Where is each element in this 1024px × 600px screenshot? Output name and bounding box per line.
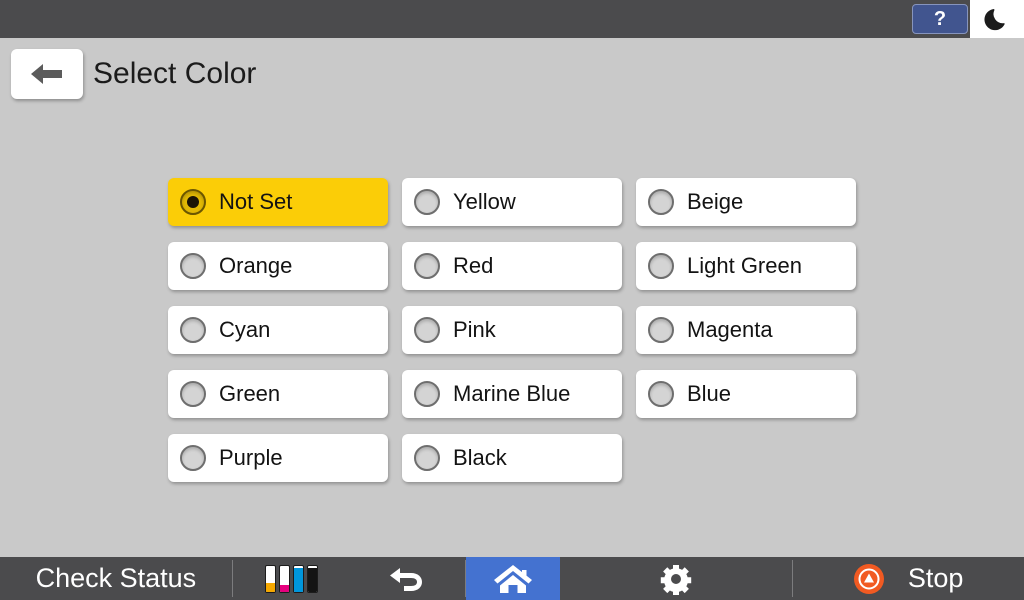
- crescent-moon-icon: [984, 6, 1010, 32]
- color-column-1: Not Set Orange Cyan Green: [168, 178, 388, 498]
- radio-icon: [648, 317, 674, 343]
- toner-cartridge-levels-icon: [265, 565, 318, 593]
- color-option-green[interactable]: Green: [168, 370, 388, 418]
- color-option-marine-blue[interactable]: Marine Blue: [402, 370, 622, 418]
- color-option-label: Light Green: [687, 253, 802, 279]
- color-option-label: Green: [219, 381, 280, 407]
- color-option-not-set[interactable]: Not Set: [168, 178, 388, 226]
- left-arrow-icon: [28, 60, 66, 88]
- color-options-area: Not Set Orange Cyan Green: [0, 110, 1024, 555]
- color-option-beige[interactable]: Beige: [636, 178, 856, 226]
- radio-icon: [180, 317, 206, 343]
- stop-label: Stop: [908, 563, 964, 594]
- undo-arrow-icon: [386, 563, 428, 595]
- radio-icon: [414, 445, 440, 471]
- color-option-label: Blue: [687, 381, 731, 407]
- color-option-label: Yellow: [453, 189, 516, 215]
- bottom-toolbar: Check Status: [0, 557, 1024, 600]
- back-button[interactable]: [11, 49, 83, 99]
- radio-icon: [414, 253, 440, 279]
- color-option-black[interactable]: Black: [402, 434, 622, 482]
- toner-cyan: [293, 565, 304, 593]
- top-status-bar: ?: [0, 0, 1024, 38]
- toner-black: [307, 565, 318, 593]
- color-option-red[interactable]: Red: [402, 242, 622, 290]
- color-option-label: Pink: [453, 317, 496, 343]
- color-option-label: Orange: [219, 253, 292, 279]
- color-option-blue[interactable]: Blue: [636, 370, 856, 418]
- color-option-magenta[interactable]: Magenta: [636, 306, 856, 354]
- color-column-3: Beige Light Green Magenta Blue: [636, 178, 856, 498]
- printer-touchscreen: ? Select Color: [0, 0, 1024, 600]
- radio-icon: [414, 317, 440, 343]
- radio-icon: [180, 189, 206, 215]
- toner-status-button[interactable]: [233, 557, 350, 600]
- sleep-mode-button[interactable]: [970, 0, 1024, 38]
- color-option-label: Magenta: [687, 317, 773, 343]
- toner-magenta: [279, 565, 290, 593]
- color-option-yellow[interactable]: Yellow: [402, 178, 622, 226]
- top-bar-buttons: ?: [912, 0, 1024, 38]
- color-option-label: Red: [453, 253, 493, 279]
- color-options-grid: Not Set Orange Cyan Green: [168, 178, 858, 498]
- color-option-label: Cyan: [219, 317, 270, 343]
- help-button[interactable]: ?: [912, 4, 968, 34]
- settings-button[interactable]: [560, 557, 792, 600]
- check-status-label: Check Status: [36, 563, 197, 594]
- toner-yellow: [265, 565, 276, 593]
- undo-button[interactable]: [350, 557, 465, 600]
- color-option-pink[interactable]: Pink: [402, 306, 622, 354]
- color-option-orange[interactable]: Orange: [168, 242, 388, 290]
- radio-icon: [180, 381, 206, 407]
- color-option-cyan[interactable]: Cyan: [168, 306, 388, 354]
- color-column-2: Yellow Red Pink Marine Blue: [402, 178, 622, 498]
- radio-icon: [180, 445, 206, 471]
- color-option-label: Not Set: [219, 189, 292, 215]
- color-option-label: Purple: [219, 445, 283, 471]
- gear-icon: [660, 563, 692, 595]
- radio-icon: [648, 253, 674, 279]
- radio-icon: [648, 381, 674, 407]
- home-icon: [492, 562, 534, 596]
- color-option-label: Marine Blue: [453, 381, 570, 407]
- radio-icon: [414, 189, 440, 215]
- color-option-label: Beige: [687, 189, 743, 215]
- radio-icon: [414, 381, 440, 407]
- check-status-button[interactable]: Check Status: [0, 557, 232, 600]
- color-option-light-green[interactable]: Light Green: [636, 242, 856, 290]
- page-header: Select Color: [0, 38, 1024, 110]
- color-option-label: Black: [453, 445, 507, 471]
- stop-button[interactable]: Stop: [793, 557, 1024, 600]
- page-title: Select Color: [93, 49, 256, 99]
- color-option-purple[interactable]: Purple: [168, 434, 388, 482]
- stop-circle-icon: [854, 564, 884, 594]
- radio-icon: [648, 189, 674, 215]
- home-button[interactable]: [466, 557, 561, 600]
- radio-icon: [180, 253, 206, 279]
- question-mark-icon: ?: [934, 8, 946, 31]
